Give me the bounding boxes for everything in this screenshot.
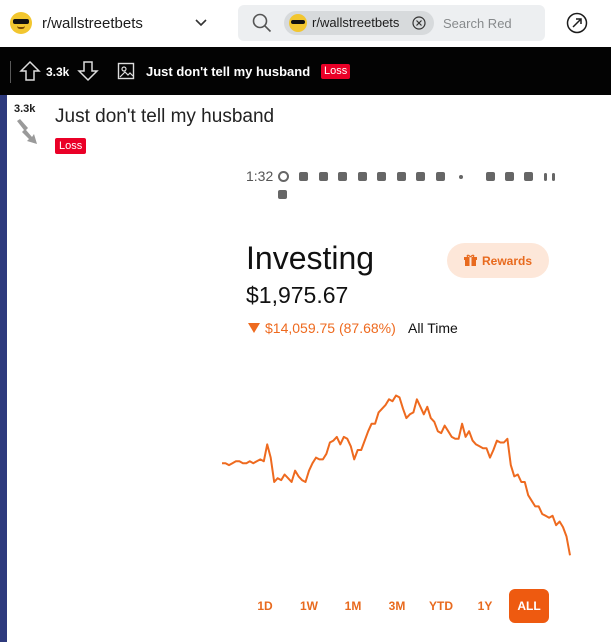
notification-icon <box>318 172 328 182</box>
period-all[interactable]: ALL <box>509 589 549 623</box>
avatar-glasses <box>13 19 29 24</box>
period-3m[interactable]: 3M <box>377 589 417 623</box>
chip-avatar <box>289 14 307 32</box>
gift-icon <box>464 254 477 266</box>
period-1m[interactable]: 1M <box>333 589 373 623</box>
portfolio-line-chart <box>222 394 571 556</box>
signal-icon <box>543 172 547 181</box>
period-1w[interactable]: 1W <box>289 589 329 623</box>
post-toolbar: 3.3k Just don't tell my husband Loss <box>0 47 611 95</box>
network-icon <box>524 172 534 182</box>
toolbar-divider <box>10 61 11 83</box>
period-1d[interactable]: 1D <box>245 589 285 623</box>
period-ytd[interactable]: YTD <box>421 589 461 623</box>
time-range-selector: 1D 1W 1M 3M YTD 1Y ALL <box>240 589 560 623</box>
subreddit-name[interactable]: r/wallstreetbets <box>42 15 143 32</box>
more-dot-icon <box>459 174 464 179</box>
avatar-mouth <box>17 26 25 29</box>
mute-icon <box>485 172 495 182</box>
phone-status-icons <box>278 168 558 200</box>
notification-icon <box>416 172 426 182</box>
notification-icon <box>299 172 309 182</box>
change-amount: $14,059.75 (87.68%) <box>265 320 396 336</box>
image-post-icon <box>117 62 135 80</box>
notification-icon <box>338 172 348 182</box>
search-subreddit-chip[interactable]: r/wallstreetbets <box>284 11 434 35</box>
notification-icon <box>435 172 445 182</box>
toolbar-score: 3.3k <box>46 65 70 79</box>
phone-status-time: 1:32 <box>246 168 274 184</box>
post-score: 3.3k <box>14 103 36 115</box>
period-1y[interactable]: 1Y <box>465 589 505 623</box>
chip-avatar-glasses <box>291 20 305 24</box>
notification-icon <box>357 172 367 182</box>
rewards-button[interactable]: Rewards <box>447 243 549 278</box>
search-icon <box>252 13 272 33</box>
trend-down-arrow-icon <box>17 119 37 144</box>
downvote-icon[interactable] <box>77 60 99 82</box>
change-period-label: All Time <box>408 320 458 336</box>
notification-icon <box>377 172 387 182</box>
search-bar[interactable]: r/wallstreetbets Search Red <box>238 5 545 41</box>
notification-icon <box>278 171 289 183</box>
signal-icon <box>552 172 556 181</box>
chevron-down-icon[interactable] <box>193 14 209 30</box>
rewards-label: Rewards <box>482 254 533 268</box>
upvote-icon[interactable] <box>19 60 41 82</box>
toolbar-post-title[interactable]: Just don't tell my husband <box>146 64 310 79</box>
down-triangle-icon <box>248 323 260 334</box>
post-title[interactable]: Just don't tell my husband <box>55 106 274 128</box>
portfolio-value: $1,975.67 <box>246 282 349 308</box>
chip-label: r/wallstreetbets <box>312 15 400 30</box>
post-flair-badge: Loss <box>55 138 87 154</box>
portfolio-change: $14,059.75 (87.68%) <box>248 320 396 336</box>
notification-icon <box>396 172 406 182</box>
subreddit-avatar[interactable] <box>10 12 32 34</box>
close-icon[interactable] <box>412 16 426 30</box>
top-header: r/wallstreetbets r/wallstreetbets Search… <box>0 0 611 47</box>
lock-icon <box>504 172 514 182</box>
left-stripe <box>0 95 7 642</box>
battery-icon <box>278 190 287 200</box>
toolbar-flair-badge: Loss <box>321 64 351 79</box>
investing-label: Investing <box>246 240 375 276</box>
popout-icon[interactable] <box>566 12 588 34</box>
portfolio-series-line <box>222 394 571 556</box>
search-input[interactable]: Search Red <box>443 16 512 31</box>
